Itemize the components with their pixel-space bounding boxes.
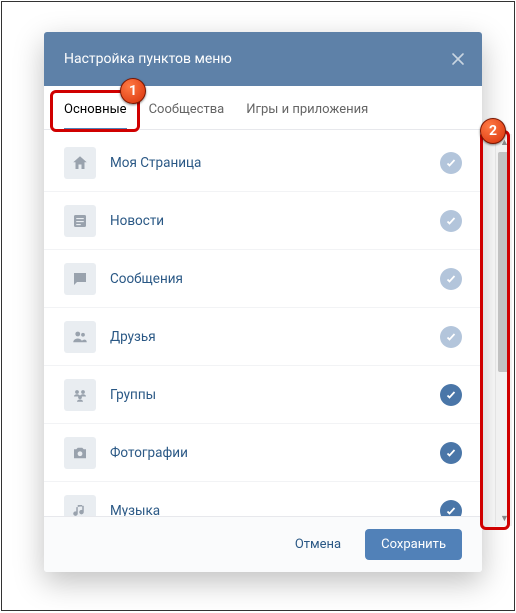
item-label: Группы <box>110 387 440 403</box>
tab-main-label: Основные <box>64 102 127 117</box>
save-button[interactable]: Сохранить <box>365 529 462 560</box>
toggle-check[interactable] <box>440 384 462 406</box>
toggle-check[interactable] <box>440 210 462 232</box>
modal-footer: Отмена Сохранить <box>44 516 482 572</box>
list-item: Моя Страница <box>44 134 482 192</box>
tab-apps-label: Игры и приложения <box>246 102 368 117</box>
list-item: Сообщения <box>44 250 482 308</box>
list-item: Фотографии <box>44 424 482 482</box>
toggle-check[interactable] <box>440 268 462 290</box>
window-frame: Настройка пунктов меню Основные Сообщест… <box>1 1 515 611</box>
home-icon <box>64 147 96 179</box>
list-item: Новости <box>44 192 482 250</box>
item-label: Сообщения <box>110 271 440 287</box>
toggle-check[interactable] <box>440 152 462 174</box>
photos-icon <box>64 437 96 469</box>
item-label: Моя Страница <box>110 155 440 171</box>
scroll-thumb[interactable] <box>498 152 510 372</box>
item-label: Друзья <box>110 329 440 345</box>
tab-bar: Основные Сообщества Игры и приложения <box>44 86 482 130</box>
scroll-up-icon[interactable]: ▲ <box>496 134 513 150</box>
tab-apps[interactable]: Игры и приложения <box>246 102 368 129</box>
tab-communities[interactable]: Сообщества <box>149 102 225 129</box>
item-label: Музыка <box>110 503 440 516</box>
toggle-check[interactable] <box>440 442 462 464</box>
modal-header: Настройка пунктов меню <box>44 32 482 86</box>
list-item: Друзья <box>44 308 482 366</box>
friends-icon <box>64 321 96 353</box>
item-label: Фотографии <box>110 445 440 461</box>
news-icon <box>64 205 96 237</box>
menu-settings-modal: Настройка пунктов меню Основные Сообщест… <box>44 32 482 572</box>
tab-main[interactable]: Основные <box>64 102 127 129</box>
item-label: Новости <box>110 213 440 229</box>
list-item: Музыка <box>44 482 482 516</box>
scroll-down-icon[interactable]: ▼ <box>496 510 513 526</box>
music-icon <box>64 495 96 516</box>
close-icon[interactable] <box>450 51 466 67</box>
cancel-button[interactable]: Отмена <box>283 529 353 560</box>
modal-title: Настройка пунктов меню <box>64 51 232 67</box>
message-icon <box>64 263 96 295</box>
toggle-check[interactable] <box>440 326 462 348</box>
list-item: Группы <box>44 366 482 424</box>
menu-list[interactable]: Моя Страница Новости Сообщения <box>44 130 482 516</box>
scrollbar[interactable]: ▲ ▼ <box>495 134 512 526</box>
tab-communities-label: Сообщества <box>149 102 225 117</box>
toggle-check[interactable] <box>440 500 462 516</box>
groups-icon <box>64 379 96 411</box>
